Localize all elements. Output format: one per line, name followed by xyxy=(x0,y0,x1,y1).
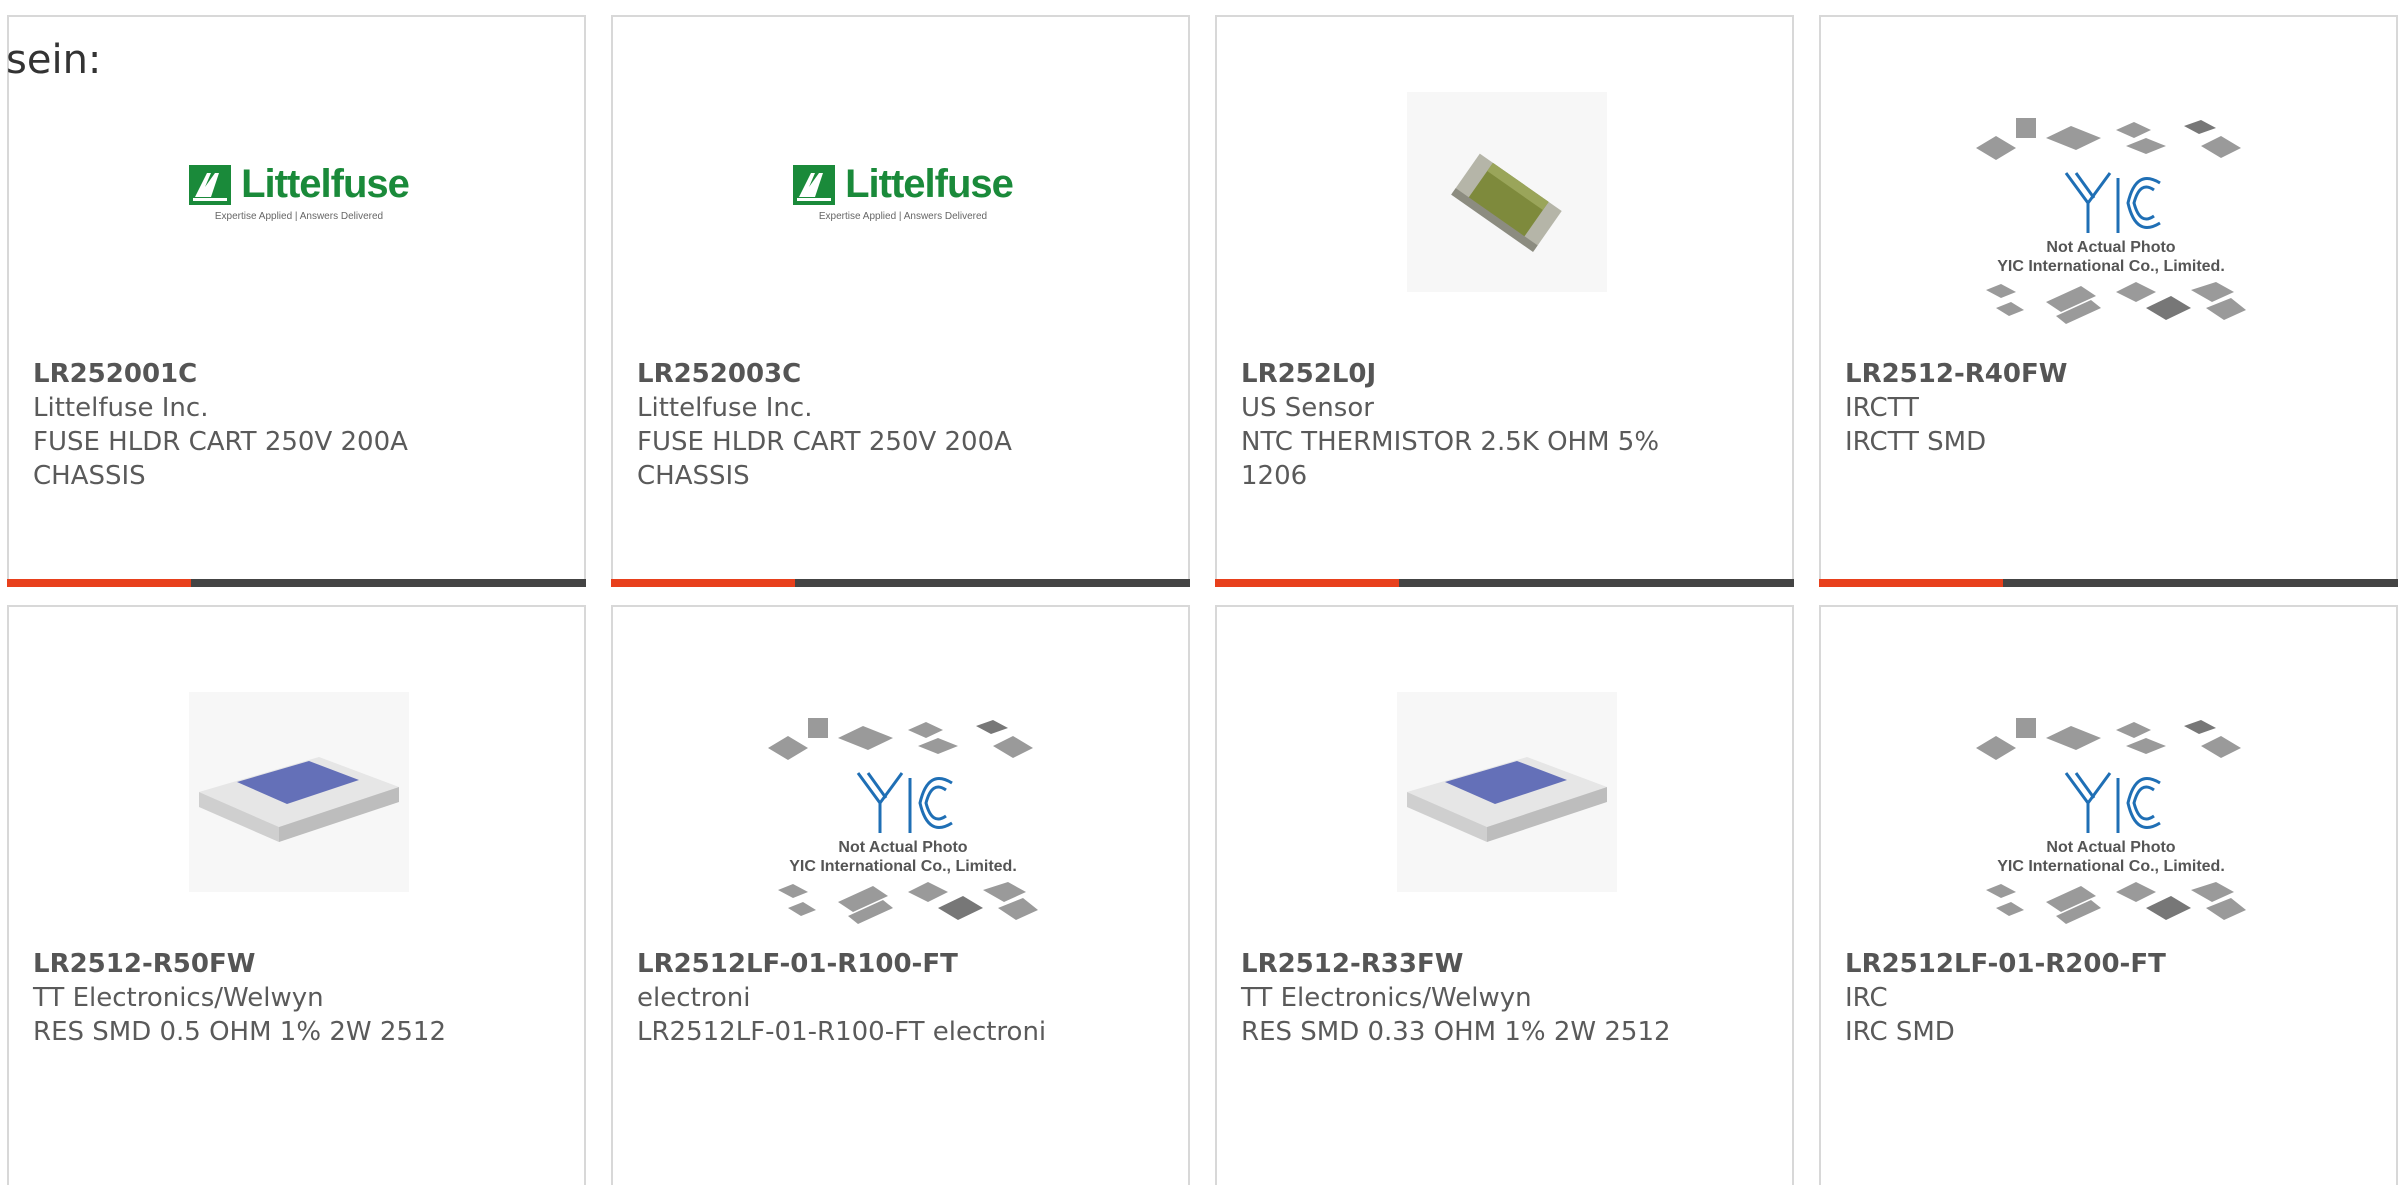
card-bottom-bar xyxy=(611,579,1190,587)
description-line: 1206 xyxy=(1241,461,1308,491)
card-accent xyxy=(7,579,191,587)
description-line: RES SMD 0.5 OHM 1% 2W 2512 xyxy=(33,1017,447,1047)
product-card[interactable]: Littelfuse Expertise Applied | Answers D… xyxy=(611,15,1190,587)
card-accent xyxy=(611,579,795,587)
part-number[interactable]: LR252L0J xyxy=(1241,357,1781,391)
yic-placeholder: Not Actual Photo YIC International Co., … xyxy=(1976,718,2246,926)
product-grid: Littelfuse Expertise Applied | Answers D… xyxy=(0,0,2400,1185)
part-number[interactable]: LR2512LF-01-R200-FT xyxy=(1845,947,2385,981)
description-line: FUSE HLDR CART 250V 200A xyxy=(637,427,1012,457)
description-line: CHASSIS xyxy=(33,461,146,491)
yic-placeholder: Not Actual Photo YIC International Co., … xyxy=(1976,118,2246,326)
product-card[interactable]: Littelfuse Expertise Applied | Answers D… xyxy=(7,15,586,587)
littelfuse-name: Littelfuse xyxy=(845,162,1014,206)
description-line: RES SMD 0.33 OHM 1% 2W 2512 xyxy=(1241,1017,1671,1047)
manufacturer: IRC xyxy=(1845,983,1888,1013)
component-cluster-icon xyxy=(1986,282,2246,324)
littelfuse-mark-icon xyxy=(189,164,232,205)
component-cluster-icon xyxy=(1986,882,2246,924)
product-card[interactable]: LR252L0J US Sensor NTC THERMISTOR 2.5K O… xyxy=(1215,15,1794,587)
part-number[interactable]: LR2512-R40FW xyxy=(1845,357,2385,391)
littelfuse-logo: Littelfuse Expertise Applied | Answers D… xyxy=(793,162,1014,222)
component-cluster-icon xyxy=(778,882,1038,924)
littelfuse-mark-icon xyxy=(793,164,836,205)
littelfuse-name: Littelfuse xyxy=(241,162,410,206)
description-line: LR2512LF-01-R100-FT electroni xyxy=(637,1017,1047,1047)
yic-logo-icon xyxy=(2064,172,2161,233)
manufacturer: TT Electronics/Welwyn xyxy=(1241,983,1532,1013)
manufacturer: TT Electronics/Welwyn xyxy=(33,983,324,1013)
yic-caption-line2: YIC International Co., Limited. xyxy=(1997,258,2225,275)
product-image[interactable] xyxy=(184,677,414,907)
product-image[interactable] xyxy=(1392,77,1622,307)
card-bottom-bar xyxy=(1215,579,1794,587)
manufacturer: Littelfuse Inc. xyxy=(33,393,209,423)
lead-text: sein: xyxy=(6,37,102,83)
product-image[interactable]: Not Actual Photo YIC International Co., … xyxy=(1971,97,2251,347)
part-number[interactable]: LR252003C xyxy=(637,357,1177,391)
card-accent xyxy=(1819,579,2003,587)
manufacturer: IRCTT xyxy=(1845,393,1919,423)
manufacturer: US Sensor xyxy=(1241,393,1374,423)
yic-caption-line2: YIC International Co., Limited. xyxy=(1997,858,2225,875)
yic-caption-line1: Not Actual Photo xyxy=(2046,839,2176,856)
part-number[interactable]: LR2512LF-01-R100-FT xyxy=(637,947,1177,981)
part-number[interactable]: LR2512-R50FW xyxy=(33,947,573,981)
yic-logo-icon xyxy=(2064,772,2161,833)
card-bottom-bar xyxy=(7,579,586,587)
description-line: FUSE HLDR CART 250V 200A xyxy=(33,427,408,457)
product-card[interactable]: LR2512-R50FW TT Electronics/Welwyn RES S… xyxy=(7,605,586,1185)
product-card[interactable]: Not Actual Photo YIC International Co., … xyxy=(1819,15,2398,587)
smd-resistor-icon xyxy=(1397,692,1617,892)
thermistor-chip-icon xyxy=(1407,92,1607,292)
product-image[interactable]: Littelfuse Expertise Applied | Answers D… xyxy=(788,77,1018,307)
description-line: IRC SMD xyxy=(1845,1017,1955,1047)
product-image[interactable] xyxy=(1392,677,1622,907)
component-cluster-icon xyxy=(1976,118,2241,160)
product-image[interactable]: Not Actual Photo YIC International Co., … xyxy=(763,697,1043,947)
manufacturer: Littelfuse Inc. xyxy=(637,393,813,423)
component-cluster-icon xyxy=(768,718,1033,760)
littelfuse-tagline: Expertise Applied | Answers Delivered xyxy=(818,211,988,222)
description-line: IRCTT SMD xyxy=(1845,427,1987,457)
part-number[interactable]: LR2512-R33FW xyxy=(1241,947,1781,981)
product-card[interactable]: LR2512-R33FW TT Electronics/Welwyn RES S… xyxy=(1215,605,1794,1185)
component-cluster-icon xyxy=(1976,718,2241,760)
description-line: CHASSIS xyxy=(637,461,750,491)
manufacturer: electroni xyxy=(637,983,751,1013)
part-number[interactable]: LR252001C xyxy=(33,357,573,391)
littelfuse-tagline: Expertise Applied | Answers Delivered xyxy=(214,211,384,222)
yic-caption-line2: YIC International Co., Limited. xyxy=(789,858,1017,875)
product-image[interactable]: Littelfuse Expertise Applied | Answers D… xyxy=(184,77,414,307)
product-card[interactable]: Not Actual Photo YIC International Co., … xyxy=(1819,605,2398,1185)
yic-caption-line1: Not Actual Photo xyxy=(2046,239,2176,256)
smd-resistor-icon xyxy=(189,692,409,892)
card-bottom-bar xyxy=(1819,579,2398,587)
yic-caption-line1: Not Actual Photo xyxy=(838,839,968,856)
product-card[interactable]: Not Actual Photo YIC International Co., … xyxy=(611,605,1190,1185)
card-accent xyxy=(1215,579,1399,587)
yic-logo-icon xyxy=(856,772,953,833)
description-line: NTC THERMISTOR 2.5K OHM 5% xyxy=(1241,427,1660,457)
yic-placeholder: Not Actual Photo YIC International Co., … xyxy=(768,718,1038,926)
littelfuse-logo: Littelfuse Expertise Applied | Answers D… xyxy=(189,162,410,222)
product-image[interactable]: Not Actual Photo YIC International Co., … xyxy=(1971,697,2251,947)
